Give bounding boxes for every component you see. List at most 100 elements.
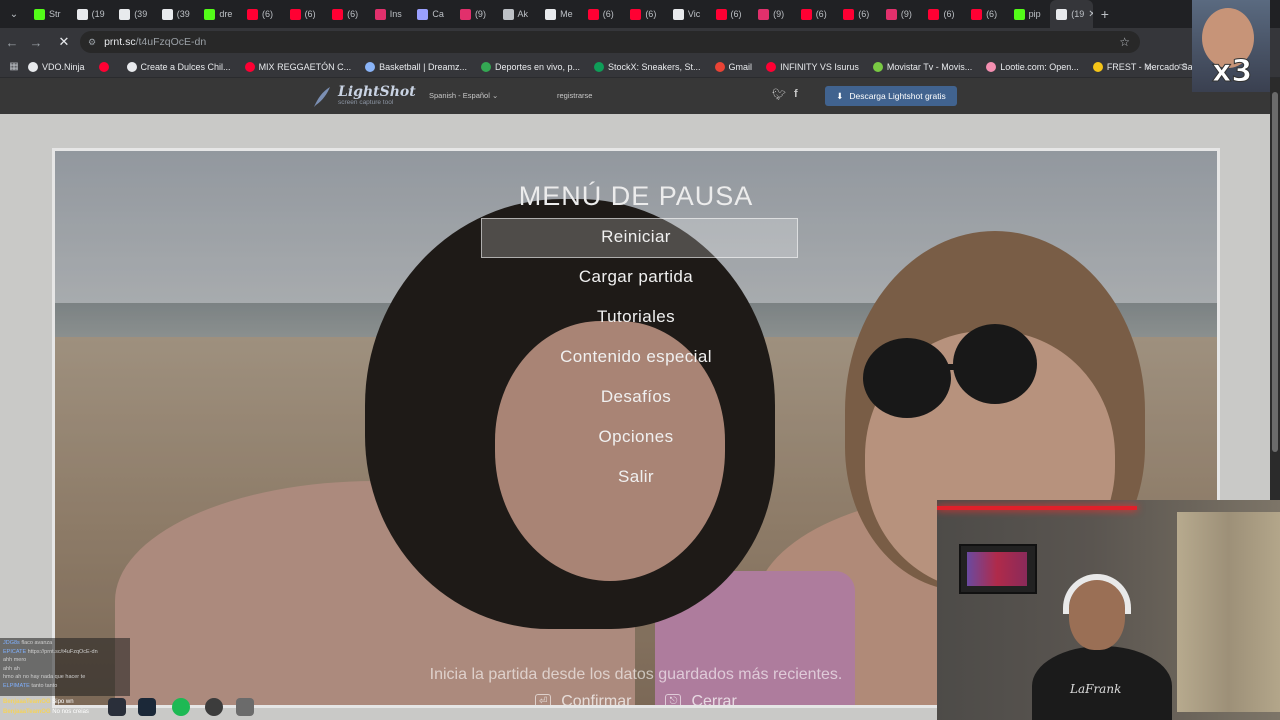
pause-menu-item[interactable]: Opciones <box>55 427 1217 447</box>
steam-icon[interactable] <box>138 698 156 716</box>
multiplier-badge: x3 <box>1211 54 1253 90</box>
tab[interactable]: (6) <box>837 0 880 28</box>
chat-username: BenjaaaTeamOG <box>3 699 51 705</box>
tab[interactable]: dre <box>198 0 241 28</box>
lightshot-logo[interactable]: LightShot screen capture tool <box>312 84 416 107</box>
new-tab-button[interactable]: + <box>1093 6 1117 22</box>
pause-menu-item[interactable]: Salir <box>55 467 1217 487</box>
tab[interactable]: (19 ✕ <box>1050 0 1093 28</box>
tab[interactable]: (6) <box>326 0 369 28</box>
obs-icon[interactable] <box>205 698 223 716</box>
tab[interactable]: (6) <box>582 0 625 28</box>
bookmark-favicon-icon <box>365 61 376 72</box>
bookmark-item[interactable]: VDO.Ninja <box>28 61 85 72</box>
facebook-icon[interactable]: f <box>794 88 798 101</box>
bookmark-label: Create a Dulces Chil... <box>140 61 231 72</box>
scrollbar-thumb[interactable] <box>1272 92 1278 452</box>
tab-list: Str (19 (39 (39 dre (6) (6) (6) Ins Ca (9) Ak Me (6) (… <box>28 0 1093 28</box>
bookmark-item[interactable]: Basketball | Dreamz... <box>365 61 467 72</box>
chat-text: Sipo wn <box>52 699 74 705</box>
bookmark-favicon-icon <box>714 61 725 72</box>
tab-label: Ca <box>432 9 444 19</box>
more-bookmarks-icon[interactable]: » <box>1146 61 1152 73</box>
register-link[interactable]: registrarse <box>557 91 592 100</box>
instagram-icon <box>374 8 386 20</box>
tab[interactable]: Ca <box>411 0 454 28</box>
forward-icon[interactable]: → <box>24 35 48 50</box>
pause-menu-item[interactable]: Tutoriales <box>55 307 1217 327</box>
youtube-icon <box>289 8 301 20</box>
bookmark-favicon-icon <box>28 61 38 72</box>
tab[interactable]: pip <box>1008 0 1051 28</box>
url-host: prnt.sc <box>104 36 136 48</box>
tab[interactable]: (6) <box>795 0 838 28</box>
bookmark-label: Deportes en vivo, p... <box>494 61 580 72</box>
chat-text: https://prnt.sc/t4uFzqOcE-dn <box>27 648 98 655</box>
tab[interactable]: (19 <box>71 0 114 28</box>
bookmark-item[interactable]: Movistar Tv - Movis... <box>872 61 973 72</box>
youtube-icon <box>587 8 599 20</box>
tab[interactable]: Ins <box>369 0 412 28</box>
tab[interactable]: (6) <box>922 0 965 28</box>
tab[interactable]: Vic <box>667 0 710 28</box>
tab[interactable]: (6) <box>284 0 327 28</box>
pause-menu-item[interactable]: Cargar partida <box>55 267 1217 287</box>
bookmark-favicon-icon <box>594 61 604 72</box>
bookmark-favicon-icon <box>126 61 137 72</box>
tab-label: (6) <box>986 9 998 19</box>
bookmark-item[interactable]: Deportes en vivo, p... <box>480 61 580 72</box>
bookmark-star-icon[interactable]: ☆ <box>1119 35 1130 49</box>
chat-message: EPICATE https://prnt.sc/t4uFzqOcE-dn <box>3 648 127 657</box>
pause-menu-item[interactable]: Desafíos <box>55 387 1217 407</box>
bookmark-item[interactable]: StockX: Sneakers, St... <box>594 61 701 72</box>
bookmark-item[interactable]: INFINITY VS Isurus <box>766 61 859 72</box>
chat-username: EPICATE <box>3 648 27 655</box>
tab-label: (6) <box>304 9 316 19</box>
tab[interactable]: (39 <box>113 0 156 28</box>
twitter-icon[interactable]: 🐦︎ <box>772 88 786 101</box>
tab[interactable]: Ak <box>497 0 540 28</box>
tab-label: (6) <box>645 9 657 19</box>
site-info-icon[interactable]: ⚙ <box>88 37 96 48</box>
chat-message: ahh ah <box>3 665 127 674</box>
address-bar[interactable]: ⚙ prnt.sc/t4uFzqOcE-dn ☆ <box>80 31 1140 53</box>
bookmark-item[interactable]: Gmail <box>714 61 752 72</box>
chat-message: ELPIMATE tanto tanto <box>3 682 127 691</box>
tab[interactable]: Me <box>539 0 582 28</box>
pause-menu-item[interactable]: Reiniciar <box>55 227 1217 247</box>
chevron-down-icon: ⌄ <box>491 91 499 100</box>
screen: ⌄ Str (19 (39 (39 dre (6) (6) (6) Ins Ca (9) Ak Me (6… <box>0 0 1280 720</box>
back-icon[interactable]: ← <box>0 35 24 50</box>
bookmark-item[interactable]: MIX REGGAETÓN C... <box>244 61 351 72</box>
tab[interactable]: Str <box>28 0 71 28</box>
bookmark-label: Movistar Tv - Movis... <box>886 61 973 72</box>
spotify-icon[interactable] <box>172 698 190 716</box>
bookmark-favicon-icon <box>480 61 491 72</box>
bookmark-item[interactable] <box>98 61 113 72</box>
apps-icon[interactable]: ▦ <box>0 61 28 72</box>
bookmark-item[interactable]: Create a Dulces Chil... <box>126 61 231 72</box>
tab[interactable]: (9) <box>880 0 923 28</box>
tab[interactable]: (6) <box>710 0 753 28</box>
bookmark-favicon-icon <box>1092 61 1103 72</box>
led-strip <box>937 506 1137 510</box>
tab[interactable]: (6) <box>241 0 284 28</box>
pause-menu-item[interactable]: Contenido especial <box>55 347 1217 367</box>
tab[interactable]: (9) <box>752 0 795 28</box>
tab[interactable]: (39 <box>156 0 199 28</box>
bookmark-favicon-icon <box>244 61 255 72</box>
taskbar-app-icon-2[interactable] <box>236 698 254 716</box>
tab-search-icon[interactable]: ⌄ <box>0 0 28 28</box>
tab[interactable]: (6) <box>624 0 667 28</box>
download-button[interactable]: ⬇ Descarga Lightshot gratis <box>825 86 957 106</box>
chat-text: No nos creias <box>52 709 89 715</box>
folder-icon[interactable]: ▭ <box>1178 61 1187 72</box>
stop-loading-icon[interactable]: ✕ <box>52 34 76 50</box>
tab-label: dre <box>219 9 233 19</box>
language-select[interactable]: Spanish - Español ⌄ <box>429 91 498 100</box>
bookmark-item[interactable]: Lootie.com: Open... <box>986 61 1079 72</box>
chat-message: hmo ah no hay nada que hacer te <box>3 673 127 682</box>
taskbar-app-icon[interactable] <box>108 698 126 716</box>
tab[interactable]: (9) <box>454 0 497 28</box>
tab[interactable]: (6) <box>965 0 1008 28</box>
